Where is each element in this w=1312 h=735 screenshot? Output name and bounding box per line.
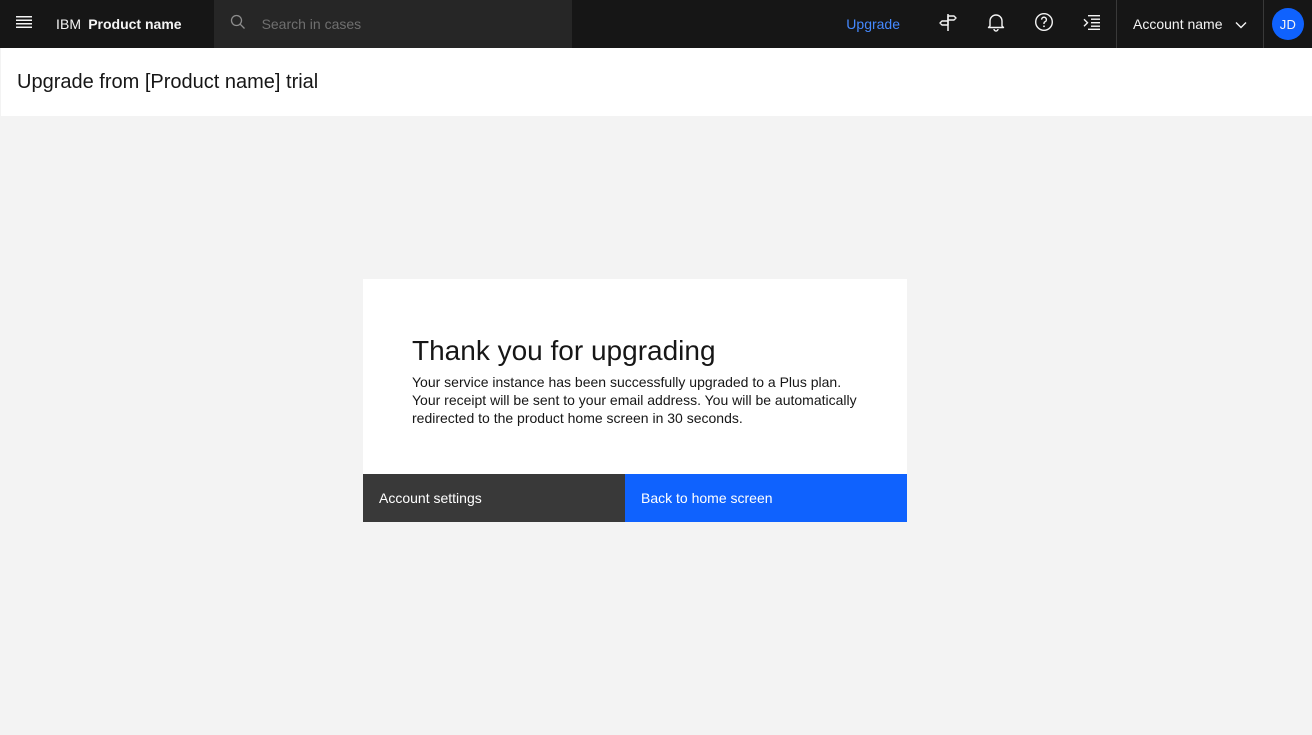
menu-icon: [15, 15, 33, 34]
card-body: Thank you for upgrading Your service ins…: [363, 279, 907, 427]
chevron-down-icon: [1235, 16, 1247, 32]
user-avatar-button[interactable]: JD: [1264, 0, 1312, 48]
upgrade-link[interactable]: Upgrade: [838, 0, 908, 48]
help-icon: [1034, 12, 1054, 37]
brand-link[interactable]: IBM Product name: [48, 0, 214, 48]
search-input[interactable]: [261, 16, 542, 32]
avatar: JD: [1272, 8, 1304, 40]
card-message: Your service instance has been successfu…: [412, 374, 857, 426]
brand-prefix: IBM: [56, 16, 82, 32]
search-icon[interactable]: [230, 14, 246, 35]
switcher-button[interactable]: [1068, 0, 1116, 48]
account-name: Account name: [1133, 16, 1223, 32]
signpost-icon: [938, 12, 958, 37]
notifications-button[interactable]: [972, 0, 1020, 48]
product-name: Product name: [88, 16, 182, 32]
switcher-icon: [1083, 14, 1101, 35]
search-bar: [213, 0, 572, 48]
page-title: Upgrade from [Product name] trial: [17, 70, 319, 93]
upgrade-confirmation-card: Thank you for upgrading Your service ins…: [363, 279, 907, 522]
account-settings-button[interactable]: Account settings: [363, 474, 625, 522]
help-button[interactable]: [1020, 0, 1068, 48]
signpost-button[interactable]: [924, 0, 972, 48]
top-header: IBM Product name Upgrade: [0, 0, 1312, 48]
account-menu[interactable]: Account name: [1116, 0, 1264, 48]
notification-icon: [986, 12, 1006, 37]
card-actions: Account settings Back to home screen: [363, 474, 907, 522]
menu-button[interactable]: [0, 0, 48, 48]
header-spacer: [572, 0, 839, 48]
page-title-bar: Upgrade from [Product name] trial: [1, 48, 1312, 116]
back-to-home-button[interactable]: Back to home screen: [625, 474, 907, 522]
card-heading: Thank you for upgrading: [412, 335, 716, 366]
